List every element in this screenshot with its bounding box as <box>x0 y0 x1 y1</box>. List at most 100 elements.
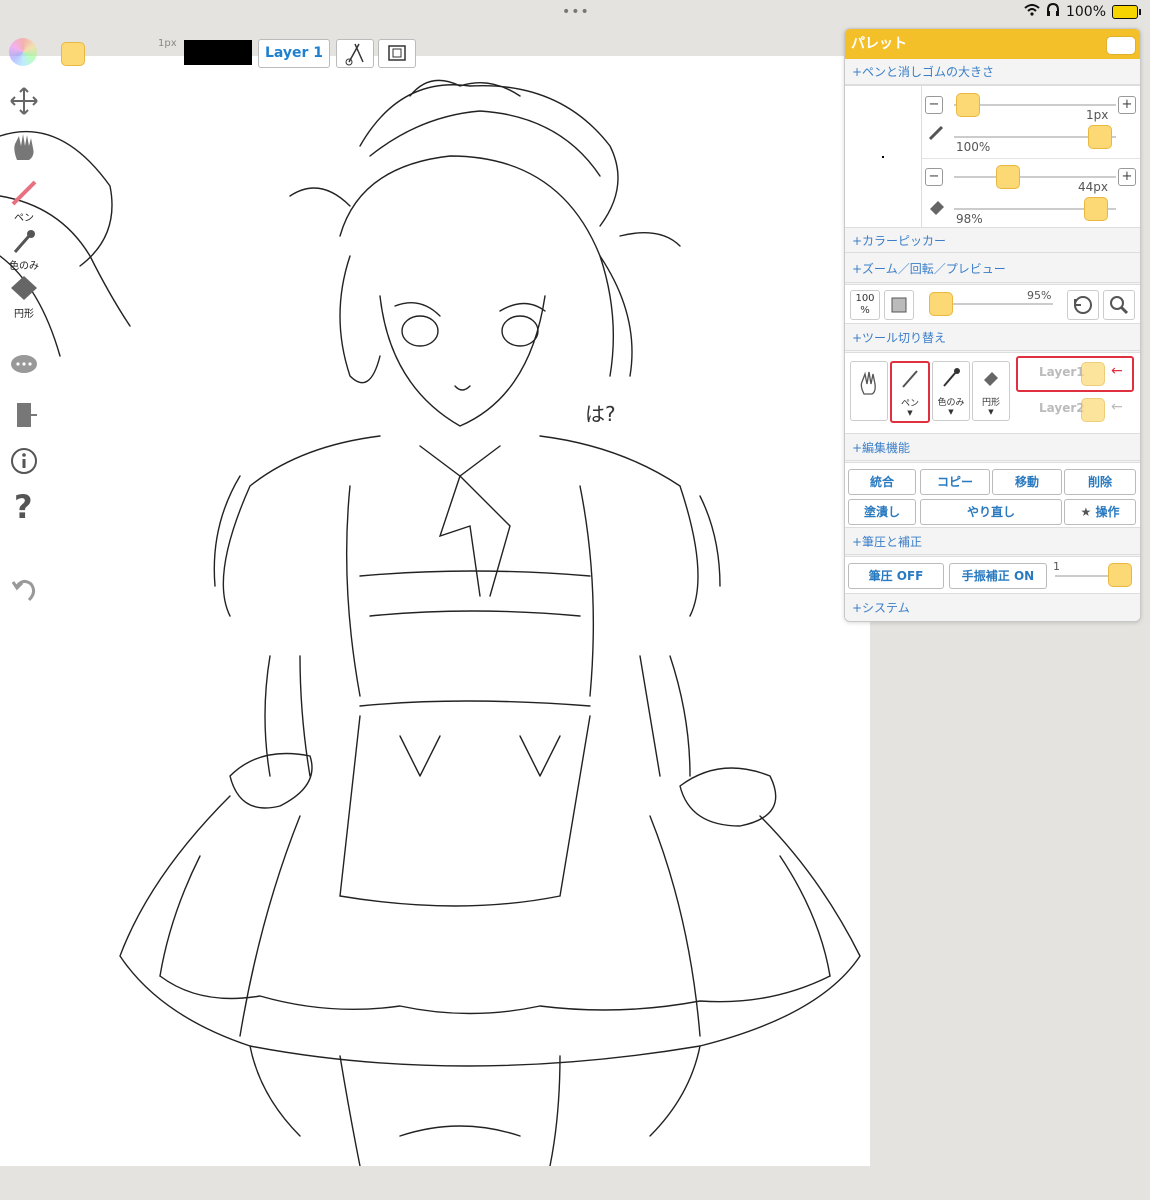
pen-tool-button[interactable]: ペン ▼ <box>890 361 930 423</box>
zoom-controls: 100 % 95% <box>845 284 1140 323</box>
section-zoom[interactable]: +ズーム／回転／プレビュー <box>845 255 1140 283</box>
pen-tool-button-label: ペン <box>900 399 919 409</box>
pen-opacity-value: 100% <box>956 140 991 154</box>
fill-label: 塗潰し <box>863 505 900 519</box>
pen-size-knob[interactable] <box>956 93 980 117</box>
hand-icon[interactable] <box>6 130 42 165</box>
eraser-size-value: 44px <box>1078 180 1108 194</box>
zoom-100-unit: % <box>860 305 870 316</box>
section-system[interactable]: +システム <box>845 593 1140 621</box>
rotate-reset-icon[interactable] <box>1067 290 1099 320</box>
delete-label: 削除 <box>1087 475 1112 489</box>
merge-label: 統合 <box>869 475 894 489</box>
copy-button[interactable]: コピー <box>920 469 990 495</box>
eraser-opacity-knob[interactable] <box>1084 197 1108 221</box>
arrow-left-icon: ← <box>1111 399 1123 415</box>
hand-tool-button[interactable] <box>850 361 888 421</box>
eraser-size-knob[interactable] <box>996 165 1020 189</box>
section-pen-eraser-size[interactable]: +ペンと消しゴムの大きさ <box>845 59 1140 85</box>
operate-button[interactable]: ★ 操作 <box>1064 499 1136 525</box>
stabilizer-label: 手振補正 ON <box>961 569 1035 583</box>
delete-button[interactable]: 削除 <box>1064 469 1136 495</box>
edit-panel: 統合 コピー 移動 削除 塗潰し やり直し ★ 操作 <box>845 462 1140 527</box>
chat-icon[interactable] <box>6 354 42 381</box>
layer-button[interactable]: Layer 1 <box>258 39 330 68</box>
color-only-tool-button-label: 色のみ <box>937 398 965 408</box>
battery-percent: 100% <box>1065 3 1106 20</box>
eraser-opacity-value: 98% <box>956 212 983 226</box>
color-only-tool-button[interactable]: 色のみ ▼ <box>932 361 970 421</box>
eraser-size-minus-button[interactable]: − <box>925 168 943 186</box>
pressure-toggle-button[interactable]: 筆圧 OFF <box>848 563 944 589</box>
move-icon[interactable] <box>6 86 42 119</box>
color-wheel-icon[interactable] <box>9 38 37 66</box>
pen-settings-icon[interactable] <box>336 39 374 68</box>
palette-panel: パレット +ペンと消しゴムの大きさ − + 1px 100% − + 44px … <box>844 28 1141 622</box>
zoom-100-button[interactable]: 100 % <box>850 290 880 320</box>
section-edit[interactable]: +編集機能 <box>845 433 1140 461</box>
status-indicators: 100% <box>1024 2 1141 20</box>
pen-icon <box>927 122 947 146</box>
help-icon[interactable]: ? <box>6 488 42 527</box>
section-color-picker[interactable]: +カラーピッカー <box>845 227 1140 253</box>
exit-icon[interactable] <box>6 400 42 433</box>
undo-icon[interactable] <box>6 574 42 607</box>
redo-button[interactable]: やり直し <box>920 499 1062 525</box>
shape-tool-button[interactable]: 円形 ▼ <box>972 361 1010 421</box>
section-tool-switch[interactable]: +ツール切り替え <box>845 323 1140 351</box>
merge-button[interactable]: 統合 <box>848 469 916 495</box>
drawing-canvas[interactable]: は? <box>0 56 870 1166</box>
fit-screen-icon[interactable] <box>884 290 914 320</box>
current-color-box[interactable] <box>184 40 252 65</box>
redo-label: やり直し <box>966 505 1015 519</box>
shape-tool-button-label: 円形 <box>981 398 1000 408</box>
pen-size-minus-button[interactable]: − <box>925 96 943 114</box>
fill-button[interactable]: 塗潰し <box>848 499 916 525</box>
section-pressure[interactable]: +筆圧と補正 <box>845 527 1140 555</box>
pressure-panel: 筆圧 OFF 手振補正 ON 1 <box>845 556 1140 593</box>
multitask-dots[interactable]: ••• <box>562 4 590 20</box>
chevron-down-icon: ▼ <box>988 408 994 416</box>
eraser-size-slider[interactable] <box>954 176 1116 178</box>
transform-icon[interactable] <box>378 39 416 68</box>
palette-title-bar[interactable]: パレット <box>845 29 1140 59</box>
chevron-down-icon: ▼ <box>907 409 913 417</box>
layer2-opacity-knob[interactable] <box>1081 398 1105 422</box>
star-icon: ★ <box>1080 505 1096 519</box>
brush-size-label: 1px <box>158 38 177 49</box>
color-only-label: 色のみ <box>9 261 39 272</box>
stabilizer-toggle-button[interactable]: 手振補正 ON <box>949 563 1047 589</box>
pen-size-plus-button[interactable]: + <box>1118 96 1136 114</box>
headphones-icon <box>1046 2 1060 20</box>
layer2-label[interactable]: Layer2 <box>1039 401 1085 415</box>
move-label: 移動 <box>1014 475 1039 489</box>
copy-label: コピー <box>936 475 973 489</box>
move-button[interactable]: 移動 <box>992 469 1062 495</box>
sketch-drawing: は? <box>0 79 861 1166</box>
operate-label: 操作 <box>1095 505 1120 519</box>
info-icon[interactable] <box>6 446 42 479</box>
zoom-knob[interactable] <box>929 292 953 316</box>
chevron-down-icon: ▼ <box>948 408 954 416</box>
size-controls: − + 1px 100% − + 44px 98% <box>921 85 1140 228</box>
brush-preview <box>845 85 921 228</box>
preview-search-icon[interactable] <box>1103 290 1135 320</box>
palette-toggle-button[interactable] <box>1106 36 1136 55</box>
eraser-size-plus-button[interactable]: + <box>1118 168 1136 186</box>
battery-icon <box>1112 4 1141 19</box>
pen-tool[interactable]: ペン <box>6 178 42 224</box>
canvas-note: は? <box>585 402 616 426</box>
stabilizer-knob[interactable] <box>1108 563 1132 587</box>
layer1-label[interactable]: Layer1 <box>1039 365 1085 379</box>
eraser-icon <box>927 196 947 220</box>
tool-switch-panel: ペン ▼ 色のみ ▼ 円形 ▼ Layer1 ← Layer2 ← <box>845 352 1140 433</box>
zoom-100-label: 100 <box>855 293 875 304</box>
svg-text:?: ? <box>14 490 33 524</box>
color-swatch[interactable] <box>61 42 85 66</box>
zoom-value: 95% <box>1027 289 1052 302</box>
wifi-icon <box>1024 3 1040 20</box>
color-only-tool[interactable]: 色のみ <box>6 226 42 272</box>
shape-tool[interactable]: 円形 <box>6 274 42 320</box>
pen-opacity-knob[interactable] <box>1088 125 1112 149</box>
layer1-opacity-knob[interactable] <box>1081 362 1105 386</box>
